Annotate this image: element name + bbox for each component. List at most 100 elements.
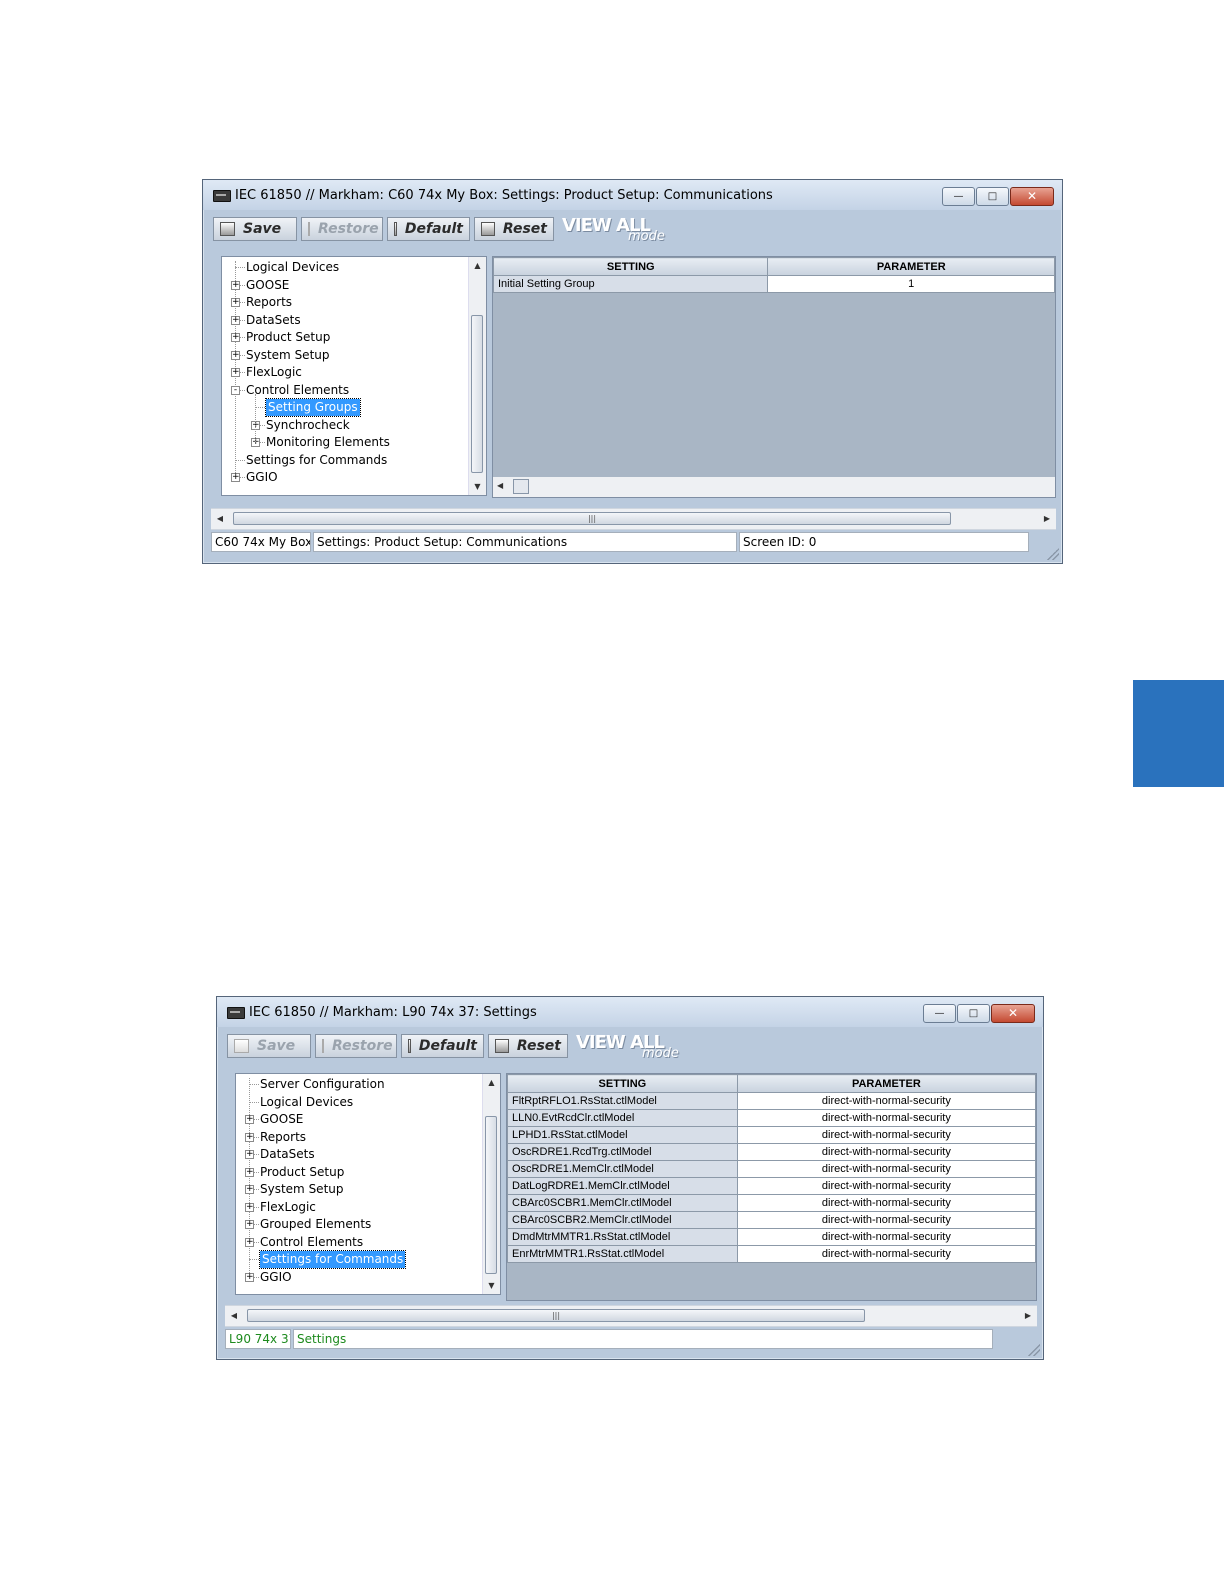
expand-icon[interactable]: + (231, 298, 240, 307)
table-row[interactable]: OscRDRE1.MemClr.ctlModel direct-with-norm… (507, 1160, 1036, 1178)
expand-icon[interactable]: + (245, 1237, 254, 1247)
parameter-cell[interactable]: direct-with-normal-security (736, 1143, 1036, 1161)
save-button[interactable]: Save (227, 1034, 311, 1058)
expand-icon[interactable]: + (245, 1150, 254, 1159)
parameter-cell[interactable]: direct-with-normal-security (736, 1245, 1036, 1263)
setting-cell[interactable]: CBArc0SCBR1.MemClr.ctlModel (507, 1194, 738, 1212)
setting-cell[interactable]: CBArc0SCBR2.MemClr.ctlModel (507, 1211, 738, 1229)
setting-cell[interactable]: OscRDRE1.RcdTrg.ctlModel (507, 1143, 738, 1161)
parameter-cell[interactable]: 1 (767, 275, 1055, 293)
expand-icon[interactable]: + (245, 1132, 254, 1142)
tree-item-label: Reports (246, 295, 293, 309)
close-icon: ✕ (1026, 189, 1038, 203)
scroll-left-icon[interactable]: ◀ (497, 481, 503, 490)
parameter-cell[interactable]: direct-with-normal-security (736, 1109, 1036, 1127)
expand-icon[interactable]: + (231, 280, 240, 290)
maximize-button[interactable]: □ (957, 1004, 990, 1023)
reset-button[interactable]: Reset (474, 217, 554, 241)
setting-cell[interactable]: OscRDRE1.MemClr.ctlModel (507, 1160, 738, 1178)
tree-item-label: Logical Devices (260, 1094, 354, 1109)
expand-icon[interactable]: + (245, 1185, 254, 1194)
column-header-parameter[interactable]: PARAMETER (767, 257, 1055, 276)
parameter-cell[interactable]: direct-with-normal-security (736, 1126, 1036, 1144)
tree-vertical-scrollbar[interactable]: ▲ ▼ (482, 1074, 500, 1294)
parameter-cell[interactable]: direct-with-normal-security (736, 1177, 1036, 1195)
resize-grip-icon[interactable] (1047, 548, 1059, 560)
expand-icon[interactable]: + (245, 1202, 254, 1212)
tree-connector (249, 1259, 259, 1260)
restore-button[interactable]: Restore (301, 217, 383, 241)
close-button[interactable]: ✕ (1010, 187, 1054, 206)
table-row[interactable]: LLN0.EvtRcdClr.ctlModel direct-with-norma… (507, 1109, 1036, 1127)
scroll-right-icon[interactable]: ▶ (1019, 1306, 1037, 1326)
table-row[interactable]: LPHD1.RsStat.ctlModel direct-with-normal-… (507, 1126, 1036, 1144)
table-row[interactable]: OscRDRE1.RcdTrg.ctlModel direct-with-norm… (507, 1143, 1036, 1161)
expand-icon[interactable]: + (245, 1220, 254, 1229)
column-header-setting[interactable]: SETTING (493, 257, 769, 276)
expand-icon[interactable]: + (231, 368, 240, 377)
table-row[interactable]: DatLogRDRE1.MemClr.ctlModel direct-with-n… (507, 1177, 1036, 1195)
scroll-up-icon[interactable]: ▲ (483, 1074, 500, 1091)
table-row[interactable]: Initial Setting Group 1 (493, 275, 1055, 293)
collapse-icon[interactable]: - (231, 385, 240, 395)
expand-icon[interactable]: + (245, 1167, 254, 1177)
setting-cell[interactable]: DatLogRDRE1.MemClr.ctlModel (507, 1177, 738, 1195)
window-horizontal-scrollbar[interactable]: ◀ ||| ▶ (225, 1305, 1037, 1327)
parameter-cell[interactable]: direct-with-normal-security (736, 1228, 1036, 1246)
table-row[interactable]: CBArc0SCBR2.MemClr.ctlModel direct-with-n… (507, 1211, 1036, 1229)
expand-icon[interactable]: + (231, 333, 240, 342)
setting-cell[interactable]: LLN0.EvtRcdClr.ctlModel (507, 1109, 738, 1127)
scroll-up-icon[interactable]: ▲ (469, 257, 486, 274)
resize-grip-icon[interactable] (1028, 1344, 1040, 1356)
title-bar[interactable]: IEC 61850 // Markham: L90 74x 37: Settin… (217, 997, 1043, 1027)
tree-item-label: Logical Devices (246, 260, 340, 274)
setting-cell[interactable]: LPHD1.RsStat.ctlModel (507, 1126, 738, 1144)
expand-icon[interactable]: + (231, 350, 240, 360)
expand-icon[interactable]: + (231, 315, 240, 325)
maximize-button[interactable]: □ (976, 187, 1009, 206)
parameter-cell[interactable]: direct-with-normal-security (736, 1092, 1036, 1110)
minimize-button[interactable]: — (942, 187, 975, 206)
expand-icon[interactable]: + (245, 1115, 254, 1124)
column-header-parameter[interactable]: PARAMETER (736, 1074, 1036, 1093)
scroll-left-icon[interactable]: ◀ (225, 1306, 243, 1326)
table-row[interactable]: FltRptRFLO1.RsStat.ctlModel direct-with-n… (507, 1092, 1036, 1110)
scrollbar-thumb[interactable] (513, 479, 529, 494)
table-row[interactable]: EnrMtrMMTR1.RsStat.ctlModel direct-with-n… (507, 1245, 1036, 1263)
setting-cell[interactable]: FltRptRFLO1.RsStat.ctlModel (507, 1092, 738, 1110)
scroll-down-icon[interactable]: ▼ (483, 1277, 500, 1294)
restore-button[interactable]: Restore (315, 1034, 397, 1058)
status-path: Settings: Product Setup: Communications (313, 532, 737, 552)
window-horizontal-scrollbar[interactable]: ◀ ||| ▶ (211, 508, 1056, 530)
scroll-left-icon[interactable]: ◀ (211, 509, 229, 529)
window-title: IEC 61850 // Markham: L90 74x 37: Settin… (249, 1005, 537, 1020)
scrollbar-thumb[interactable] (471, 315, 483, 473)
setting-cell[interactable]: Initial Setting Group (493, 275, 769, 293)
default-button[interactable]: Default (387, 217, 470, 241)
expand-icon[interactable]: + (245, 1272, 254, 1282)
setting-cell[interactable]: DmdMtrMMTR1.RsStat.ctlModel (507, 1228, 738, 1246)
scroll-down-icon[interactable]: ▼ (469, 478, 486, 495)
column-header-setting[interactable]: SETTING (507, 1074, 738, 1093)
table-row[interactable]: CBArc0SCBR1.MemClr.ctlModel direct-with-n… (507, 1194, 1036, 1212)
parameter-cell[interactable]: direct-with-normal-security (736, 1160, 1036, 1178)
tree-vertical-scrollbar[interactable]: ▲ ▼ (468, 257, 486, 495)
tree-item-label: System Setup (246, 347, 330, 362)
scrollbar-thumb[interactable]: ||| (233, 512, 951, 525)
scroll-right-icon[interactable]: ▶ (1038, 509, 1056, 529)
expand-icon[interactable]: + (231, 473, 240, 482)
reset-button[interactable]: Reset (488, 1034, 568, 1058)
default-button[interactable]: Default (401, 1034, 484, 1058)
minimize-button[interactable]: — (923, 1004, 956, 1023)
tree-item-label: GGIO (260, 1269, 292, 1284)
save-button[interactable]: Save (213, 217, 297, 241)
parameter-cell[interactable]: direct-with-normal-security (736, 1194, 1036, 1212)
scrollbar-thumb[interactable]: ||| (247, 1309, 865, 1322)
title-bar[interactable]: IEC 61850 // Markham: C60 74x My Box: Se… (203, 180, 1062, 210)
close-button[interactable]: ✕ (991, 1004, 1035, 1023)
scrollbar-thumb[interactable] (485, 1116, 497, 1274)
grid-horizontal-scrollbar[interactable]: ◀ (493, 477, 1055, 497)
parameter-cell[interactable]: direct-with-normal-security (736, 1211, 1036, 1229)
setting-cell[interactable]: EnrMtrMMTR1.RsStat.ctlModel (507, 1245, 738, 1263)
table-row[interactable]: DmdMtrMMTR1.RsStat.ctlModel direct-with-n… (507, 1228, 1036, 1246)
